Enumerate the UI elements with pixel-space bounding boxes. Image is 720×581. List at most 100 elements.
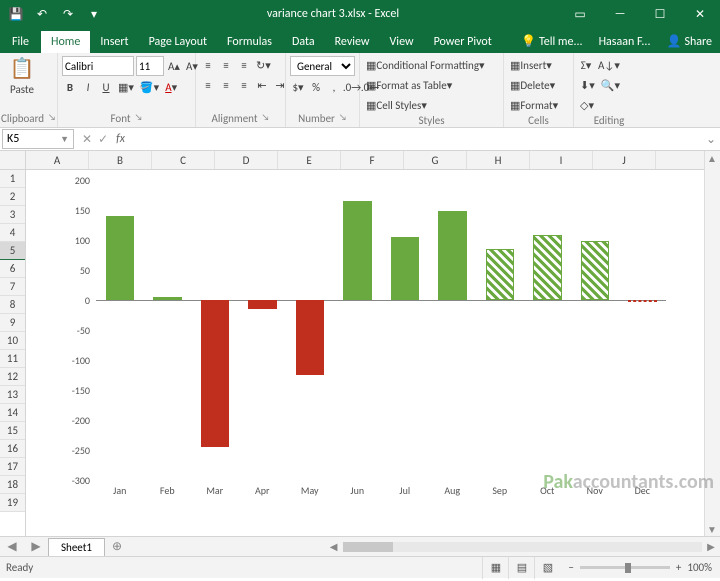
tab-power-pivot[interactable]: Power Pivot <box>424 31 502 53</box>
insert-cells-button[interactable]: ▦ Insert ▾ <box>508 56 554 74</box>
enter-formula-icon[interactable]: ✓ <box>98 132 108 147</box>
fx-icon[interactable]: fx <box>116 132 129 146</box>
align-middle-icon[interactable]: ≡ <box>218 56 234 74</box>
bold-button[interactable]: B <box>62 78 78 96</box>
column-header[interactable]: F <box>341 151 404 169</box>
tab-data[interactable]: Data <box>282 31 325 53</box>
chart-bar[interactable] <box>533 235 562 300</box>
autosum-icon[interactable]: Σ▾ <box>578 56 594 74</box>
row-header[interactable]: 8 <box>0 296 25 314</box>
account-name[interactable]: Hasaan F... <box>591 31 659 53</box>
fill-color-icon[interactable]: 🪣▾ <box>138 78 161 96</box>
align-bottom-icon[interactable]: ≡ <box>236 56 252 74</box>
zoom-level[interactable]: 100% <box>687 561 712 574</box>
format-cells-button[interactable]: ▦ Format ▾ <box>508 96 560 114</box>
percent-format-icon[interactable]: % <box>308 78 324 96</box>
row-header[interactable]: 19 <box>0 494 25 512</box>
scroll-left-icon[interactable]: ◀ <box>327 540 341 554</box>
column-header[interactable]: C <box>152 151 215 169</box>
select-all-button[interactable] <box>0 151 25 170</box>
close-icon[interactable]: ✕ <box>680 0 720 28</box>
chart-bar[interactable] <box>106 216 135 300</box>
expand-formula-bar-icon[interactable]: ⌄ <box>702 132 720 147</box>
row-header[interactable]: 9 <box>0 314 25 332</box>
column-header[interactable]: H <box>467 151 530 169</box>
ribbon-options-icon[interactable]: ▭ <box>560 0 600 28</box>
align-top-icon[interactable]: ≡ <box>200 56 216 74</box>
qat-customize-icon[interactable]: ▾ <box>82 3 106 25</box>
column-header[interactable]: B <box>89 151 152 169</box>
row-header[interactable]: 7 <box>0 278 25 296</box>
font-name-input[interactable] <box>62 56 134 76</box>
font-launcher-icon[interactable]: ↘ <box>135 112 143 125</box>
column-header[interactable]: E <box>278 151 341 169</box>
chart-bar[interactable] <box>391 237 420 300</box>
zoom-slider[interactable] <box>580 566 670 569</box>
redo-icon[interactable]: ↷ <box>56 3 80 25</box>
format-as-table-button[interactable]: ▦ Format as Table ▾ <box>364 76 454 94</box>
tab-file[interactable]: File <box>0 31 41 53</box>
zoom-out-icon[interactable]: − <box>568 561 573 574</box>
row-header[interactable]: 6 <box>0 260 25 278</box>
column-header[interactable]: J <box>593 151 656 169</box>
maximize-icon[interactable]: ☐ <box>640 0 680 28</box>
minimize-icon[interactable]: — <box>600 0 640 28</box>
chart-bar[interactable] <box>438 211 467 300</box>
clear-icon[interactable]: ◇▾ <box>578 96 596 114</box>
row-header[interactable]: 10 <box>0 332 25 350</box>
name-box[interactable]: K5▼ <box>2 129 74 149</box>
accounting-format-icon[interactable]: $▾ <box>290 78 306 96</box>
cancel-formula-icon[interactable]: ✕ <box>82 132 92 147</box>
tab-insert[interactable]: Insert <box>90 31 138 53</box>
row-header[interactable]: 15 <box>0 422 25 440</box>
row-header[interactable]: 1 <box>0 170 25 188</box>
chart-bar[interactable] <box>248 300 277 309</box>
conditional-formatting-button[interactable]: ▦ Conditional Formatting ▾ <box>364 56 487 74</box>
row-header[interactable]: 16 <box>0 440 25 458</box>
horizontal-scrollbar[interactable]: ◀ ▶ <box>325 537 720 556</box>
clipboard-launcher-icon[interactable]: ↘ <box>48 112 56 125</box>
column-header[interactable]: G <box>404 151 467 169</box>
number-format-select[interactable]: General <box>290 56 355 76</box>
paste-button[interactable]: 📋 Paste <box>4 56 40 96</box>
row-header[interactable]: 11 <box>0 350 25 368</box>
find-select-icon[interactable]: 🔍▾ <box>599 76 622 94</box>
column-header[interactable]: D <box>215 151 278 169</box>
sheet-nav-prev-icon[interactable]: ◀ <box>0 539 24 554</box>
align-right-icon[interactable]: ≡ <box>236 76 252 94</box>
delete-cells-button[interactable]: ▦ Delete ▾ <box>508 76 557 94</box>
page-layout-view-icon[interactable]: ▤ <box>508 557 534 579</box>
tell-me[interactable]: 💡Tell me... <box>513 30 591 53</box>
tab-view[interactable]: View <box>380 31 424 53</box>
orientation-icon[interactable]: ↻▾ <box>254 56 273 74</box>
increase-decimal-icon[interactable]: .0→ <box>344 78 360 96</box>
row-header[interactable]: 5 <box>0 242 25 260</box>
cell-styles-button[interactable]: ▦ Cell Styles ▾ <box>364 96 429 114</box>
scroll-right-icon[interactable]: ▶ <box>704 540 718 554</box>
chart-bar[interactable] <box>153 297 182 300</box>
normal-view-icon[interactable]: ▦ <box>482 557 508 579</box>
cells-canvas[interactable]: -300-250-200-150-100-50050100150200 JanF… <box>26 170 720 530</box>
fill-icon[interactable]: ⬇▾ <box>578 76 597 94</box>
row-header[interactable]: 18 <box>0 476 25 494</box>
chart-bar[interactable] <box>296 300 325 375</box>
font-color-icon[interactable]: A▾ <box>163 78 179 96</box>
sort-filter-icon[interactable]: A↓▾ <box>596 56 622 74</box>
share-button[interactable]: 👤Share <box>658 30 720 53</box>
chart-bar[interactable] <box>628 300 657 302</box>
tab-review[interactable]: Review <box>325 31 380 53</box>
scroll-up-icon[interactable]: ▲ <box>705 151 719 165</box>
sheet-nav-next-icon[interactable]: ▶ <box>24 539 48 554</box>
tab-page-layout[interactable]: Page Layout <box>139 31 217 53</box>
column-header[interactable]: A <box>26 151 89 169</box>
vertical-scrollbar[interactable]: ▲ ▼ <box>704 151 720 536</box>
row-header[interactable]: 2 <box>0 188 25 206</box>
decrease-indent-icon[interactable]: ⇤ <box>254 76 270 94</box>
column-header[interactable]: I <box>530 151 593 169</box>
italic-button[interactable]: I <box>80 78 96 96</box>
row-header[interactable]: 17 <box>0 458 25 476</box>
new-sheet-icon[interactable]: ⊕ <box>105 539 129 554</box>
tab-home[interactable]: Home <box>41 31 90 53</box>
tab-formulas[interactable]: Formulas <box>217 31 282 53</box>
chart-bar[interactable] <box>343 201 372 300</box>
